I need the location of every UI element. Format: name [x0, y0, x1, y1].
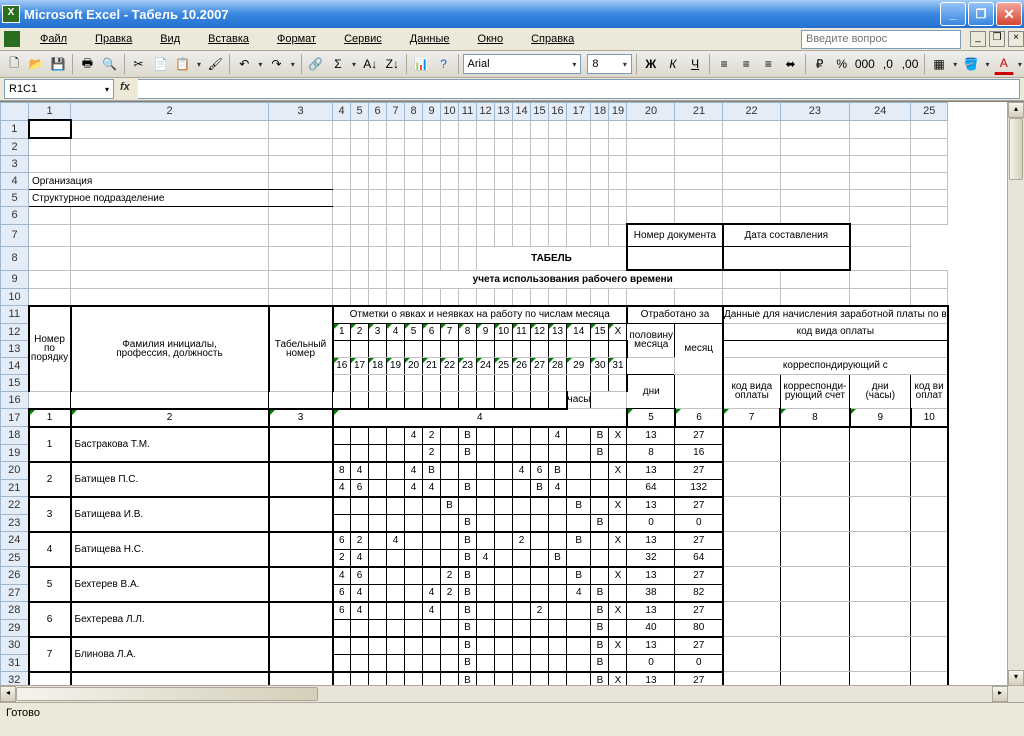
spreadsheet-grid[interactable]: 1234567891011121314151617181920212223242… — [0, 102, 949, 702]
scroll-down-button[interactable]: ▾ — [1008, 670, 1024, 686]
print-preview-icon[interactable]: 🔍 — [99, 53, 119, 75]
save-icon[interactable]: 💾 — [48, 53, 68, 75]
standard-toolbar: 🗋 📂 💾 🖶 🔍 ✂ 📄 📋▾ 🖌 ↶▾ ↷▾ 🔗 Σ▾ A↓ Z↓ 📊 ? … — [0, 51, 1024, 78]
worksheet-area[interactable]: 1234567891011121314151617181920212223242… — [0, 101, 1024, 702]
copy-icon[interactable]: 📄 — [151, 53, 171, 75]
bold-icon[interactable]: Ж — [641, 53, 661, 75]
maximize-button[interactable]: ❐ — [968, 2, 994, 26]
window-title: Microsoft Excel - Табель 10.2007 — [24, 7, 229, 22]
doc-restore-button[interactable]: ❐ — [989, 31, 1005, 47]
merge-center-icon[interactable]: ⬌ — [781, 53, 801, 75]
column-header-row[interactable]: 1234567891011121314151617181920212223242… — [1, 103, 948, 121]
minimize-button[interactable]: _ — [940, 2, 966, 26]
vertical-scrollbar[interactable]: ▴ ▾ — [1007, 102, 1024, 702]
borders-icon[interactable]: ▦ — [929, 53, 949, 75]
name-box[interactable]: R1C1▾ — [4, 79, 114, 99]
status-text: Готово — [6, 707, 40, 719]
vertical-scroll-thumb[interactable] — [1009, 118, 1023, 180]
align-left-icon[interactable]: ≡ — [714, 53, 734, 75]
close-button[interactable]: ✕ — [996, 2, 1022, 26]
help-icon[interactable]: ? — [433, 53, 453, 75]
font-color-dropdown[interactable]: ▾ — [1016, 54, 1024, 74]
menu-edit[interactable]: Правка — [81, 30, 146, 48]
ask-question-input[interactable] — [801, 30, 961, 49]
doc-close-button[interactable]: × — [1008, 31, 1024, 47]
cut-icon[interactable]: ✂ — [129, 53, 149, 75]
hyperlink-icon[interactable]: 🔗 — [306, 53, 326, 75]
menu-view[interactable]: Вид — [146, 30, 194, 48]
fill-color-icon[interactable]: 🪣 — [961, 53, 981, 75]
italic-icon[interactable]: К — [663, 53, 683, 75]
status-bar: Готово — [0, 702, 1024, 723]
horizontal-scroll-thumb[interactable] — [16, 687, 318, 701]
scroll-left-button[interactable]: ◂ — [0, 686, 16, 702]
paste-dropdown[interactable]: ▾ — [195, 54, 203, 74]
format-painter-icon[interactable]: 🖌 — [205, 53, 225, 75]
formula-input[interactable] — [138, 79, 1020, 99]
fill-dropdown[interactable]: ▾ — [983, 54, 991, 74]
undo-dropdown[interactable]: ▾ — [256, 54, 264, 74]
comma-icon[interactable]: 000 — [854, 53, 876, 75]
font-name-combo[interactable]: Arial▾ — [463, 54, 582, 74]
currency-icon[interactable]: ₽ — [810, 53, 830, 75]
inc-decimal-icon[interactable]: ,0 — [878, 53, 898, 75]
sort-desc-icon[interactable]: Z↓ — [382, 53, 402, 75]
menu-file[interactable]: Файл — [26, 30, 81, 48]
font-color-icon[interactable]: A — [994, 54, 1014, 75]
menu-bar: Файл Правка Вид Вставка Формат Сервис Да… — [0, 28, 1024, 51]
paste-icon[interactable]: 📋 — [173, 53, 193, 75]
align-center-icon[interactable]: ≡ — [736, 53, 756, 75]
open-icon[interactable]: 📂 — [26, 53, 46, 75]
menu-window[interactable]: Окно — [464, 30, 518, 48]
autosum-icon[interactable]: Σ — [328, 53, 348, 75]
underline-icon[interactable]: Ч — [685, 53, 705, 75]
scroll-right-button[interactable]: ▸ — [992, 686, 1008, 702]
percent-icon[interactable]: % — [832, 53, 852, 75]
sort-asc-icon[interactable]: A↓ — [360, 53, 380, 75]
select-all-corner[interactable] — [1, 103, 29, 121]
app-menu-icon[interactable] — [4, 31, 20, 47]
chart-icon[interactable]: 📊 — [411, 53, 431, 75]
menu-format[interactable]: Формат — [263, 30, 330, 48]
title-bar: X Microsoft Excel - Табель 10.2007 _ ❐ ✕ — [0, 0, 1024, 28]
menu-insert[interactable]: Вставка — [194, 30, 263, 48]
font-size-combo[interactable]: 8▾ — [587, 54, 631, 74]
excel-icon: X — [2, 5, 20, 23]
menu-tools[interactable]: Сервис — [330, 30, 396, 48]
align-right-icon[interactable]: ≡ — [758, 53, 778, 75]
dec-decimal-icon[interactable]: ,00 — [900, 53, 920, 75]
fx-icon[interactable]: fx — [120, 81, 136, 97]
redo-icon[interactable]: ↷ — [266, 53, 286, 75]
print-icon[interactable]: 🖶 — [77, 53, 97, 75]
doc-minimize-button[interactable]: _ — [970, 31, 986, 47]
horizontal-scrollbar[interactable]: ◂ ▸ — [0, 685, 1024, 702]
autosum-dropdown[interactable]: ▾ — [350, 54, 358, 74]
menu-help[interactable]: Справка — [517, 30, 588, 48]
borders-dropdown[interactable]: ▾ — [951, 54, 959, 74]
menu-data[interactable]: Данные — [396, 30, 464, 48]
new-icon[interactable]: 🗋 — [4, 53, 24, 75]
scroll-up-button[interactable]: ▴ — [1008, 102, 1024, 118]
undo-icon[interactable]: ↶ — [234, 53, 254, 75]
redo-dropdown[interactable]: ▾ — [289, 54, 297, 74]
formula-bar-row: R1C1▾ fx — [0, 78, 1024, 101]
